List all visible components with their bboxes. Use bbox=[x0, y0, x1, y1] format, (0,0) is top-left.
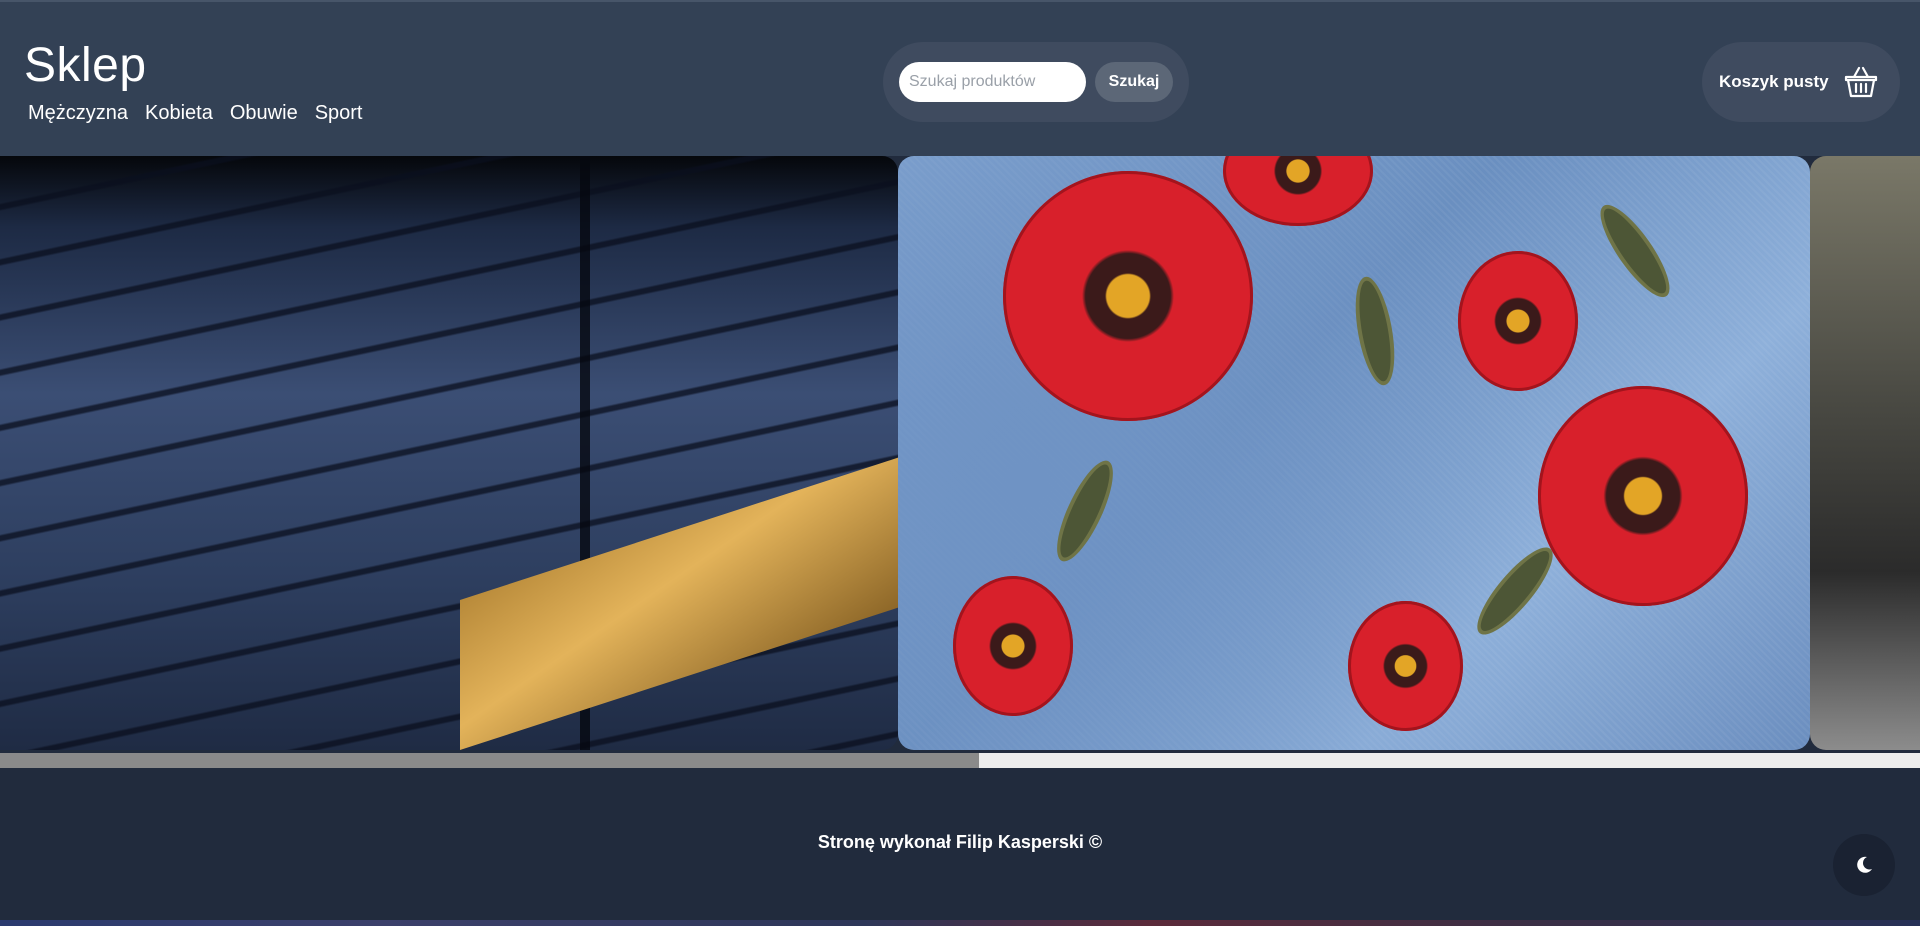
poppy-flower bbox=[953, 576, 1073, 716]
poppy-flower bbox=[1003, 171, 1253, 421]
nav-item-mezczyzna[interactable]: Mężczyzna bbox=[28, 102, 128, 125]
poppy-flower bbox=[1348, 601, 1463, 731]
site-header: Sklep Mężczyzna Kobieta Obuwie Sport Szu… bbox=[0, 0, 1920, 156]
carousel-progress-bar[interactable] bbox=[0, 753, 1920, 768]
bottom-strip bbox=[0, 920, 1920, 926]
footer-credit: Stronę wykonał Filip Kasperski © bbox=[817, 832, 1103, 852]
cart-button[interactable]: Koszyk pusty bbox=[1702, 42, 1900, 122]
search-bar: Szukaj bbox=[883, 42, 1189, 122]
main-nav: Mężczyzna Kobieta Obuwie Sport bbox=[28, 102, 363, 125]
nav-item-kobieta[interactable]: Kobieta bbox=[145, 102, 213, 125]
basket-icon bbox=[1844, 66, 1877, 98]
search-button[interactable]: Szukaj bbox=[1095, 62, 1173, 102]
shelf-edge bbox=[460, 450, 898, 750]
moon-icon bbox=[1857, 856, 1872, 873]
nav-item-sport[interactable]: Sport bbox=[315, 102, 363, 125]
brand-logo[interactable]: Sklep bbox=[24, 38, 147, 93]
poppy-flower bbox=[1223, 156, 1373, 226]
nav-item-obuwie[interactable]: Obuwie bbox=[230, 102, 298, 125]
search-input[interactable] bbox=[899, 62, 1086, 102]
image-carousel[interactable] bbox=[0, 156, 1920, 750]
poppy-flower bbox=[1538, 386, 1748, 606]
poppy-flower bbox=[1458, 251, 1578, 391]
theme-toggle-button[interactable] bbox=[1833, 834, 1895, 896]
carousel-progress-fill bbox=[0, 753, 980, 768]
slide-partial-image[interactable] bbox=[1810, 156, 1920, 750]
slide-stacked-jeans-image[interactable] bbox=[0, 156, 898, 750]
slide-poppies-denim-image[interactable] bbox=[898, 156, 1810, 750]
cart-label: Koszyk pusty bbox=[1719, 72, 1829, 91]
